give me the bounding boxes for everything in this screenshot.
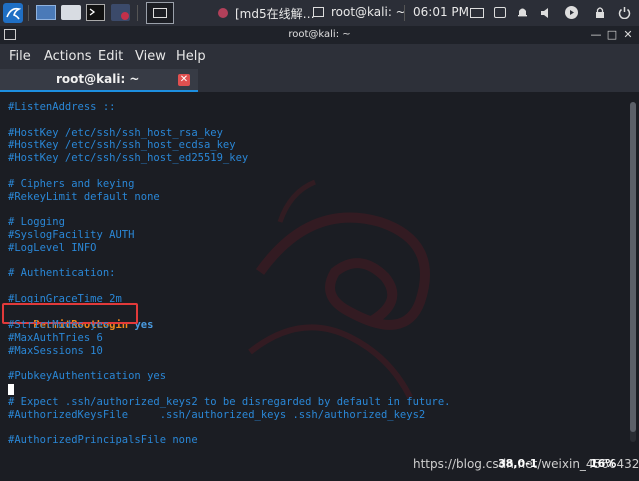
- config-line: #LogLevel INFO: [8, 242, 97, 254]
- kali-menu-icon[interactable]: [3, 3, 23, 23]
- window-title: root@kali: ~: [288, 29, 351, 40]
- config-line: #HostKey /etc/ssh/ssh_host_ecdsa_key: [8, 139, 236, 151]
- config-line: # Ciphers and keying: [8, 178, 135, 190]
- bell-icon[interactable]: [517, 6, 528, 18]
- config-line: #StrictModes yes: [8, 319, 110, 331]
- display-icon[interactable]: [494, 7, 506, 18]
- minimize-icon[interactable]: —: [590, 29, 602, 41]
- config-line: #RekeyLimit default none: [8, 191, 160, 203]
- config-line: #AuthorizedKeysFile .ssh/authorized_keys…: [8, 409, 426, 421]
- taskbar: [md5在线解… root@kali: ~ 06:01 PM: [0, 0, 639, 26]
- config-line: #PubkeyAuthentication yes: [8, 370, 167, 382]
- sep-icon: [28, 5, 29, 21]
- tabbar: root@kali: ~ ✕: [0, 69, 639, 92]
- clock[interactable]: 06:01 PM: [413, 5, 469, 19]
- window-titlebar[interactable]: root@kali: ~ — □ ✕: [0, 26, 639, 44]
- config-line: #MaxAuthTries 6: [8, 332, 103, 344]
- power-icon[interactable]: [618, 6, 631, 20]
- terminal-view[interactable]: #ListenAddress :: #HostKey /etc/ssh/ssh_…: [0, 92, 639, 481]
- menubar: File Actions Edit View Help: [0, 44, 639, 69]
- terminal-small-icon: [313, 7, 324, 17]
- window-tab-browser[interactable]: [md5在线解…: [235, 5, 315, 22]
- config-line: # Authentication:: [8, 267, 116, 279]
- config-line: #HostKey /etc/ssh/ssh_host_ed25519_key: [8, 152, 249, 164]
- config-line: # Expect .ssh/authorized_keys2 to be dis…: [8, 396, 451, 408]
- terminal-launcher-icon[interactable]: [86, 4, 105, 21]
- config-line: #AuthorizedPrincipalsFile none: [8, 434, 198, 446]
- volume-icon[interactable]: [540, 7, 554, 19]
- keyboard-icon[interactable]: [470, 8, 484, 18]
- sep-icon: [137, 5, 138, 21]
- config-line: #ListenAddress ::: [8, 101, 116, 113]
- maximize-icon[interactable]: □: [606, 29, 618, 41]
- workspace-icon[interactable]: [146, 2, 174, 24]
- scrollbar-thumb[interactable]: [630, 102, 636, 432]
- desktop-icon[interactable]: [36, 5, 56, 20]
- browser-icon[interactable]: [111, 4, 130, 21]
- cursor-position: 38,0-1: [498, 457, 538, 470]
- tab-terminal[interactable]: root@kali: ~ ✕: [0, 69, 198, 92]
- close-icon[interactable]: ✕: [622, 29, 634, 41]
- tab-close-icon[interactable]: ✕: [178, 74, 190, 86]
- tab-label: root@kali: ~: [56, 72, 140, 86]
- window-tab-terminal[interactable]: root@kali: ~: [331, 5, 406, 19]
- lock-icon[interactable]: [595, 6, 605, 19]
- menu-actions[interactable]: Actions: [44, 49, 92, 64]
- config-line: #MaxSessions 10: [8, 345, 103, 357]
- files-icon[interactable]: [61, 5, 81, 20]
- text-cursor: [8, 384, 14, 395]
- scrollbar[interactable]: [630, 102, 636, 442]
- app-icon: [218, 8, 228, 18]
- media-icon[interactable]: [565, 6, 578, 19]
- kali-dragon-watermark: [248, 179, 430, 399]
- menu-view[interactable]: View: [135, 49, 166, 64]
- menu-file[interactable]: File: [9, 49, 31, 64]
- config-line: #SyslogFacility AUTH: [8, 229, 135, 241]
- menu-help[interactable]: Help: [176, 49, 206, 64]
- menu-edit[interactable]: Edit: [98, 49, 123, 64]
- scroll-percent: 16%: [590, 457, 617, 470]
- config-line: # Logging: [8, 216, 65, 228]
- sep-icon: [404, 5, 405, 21]
